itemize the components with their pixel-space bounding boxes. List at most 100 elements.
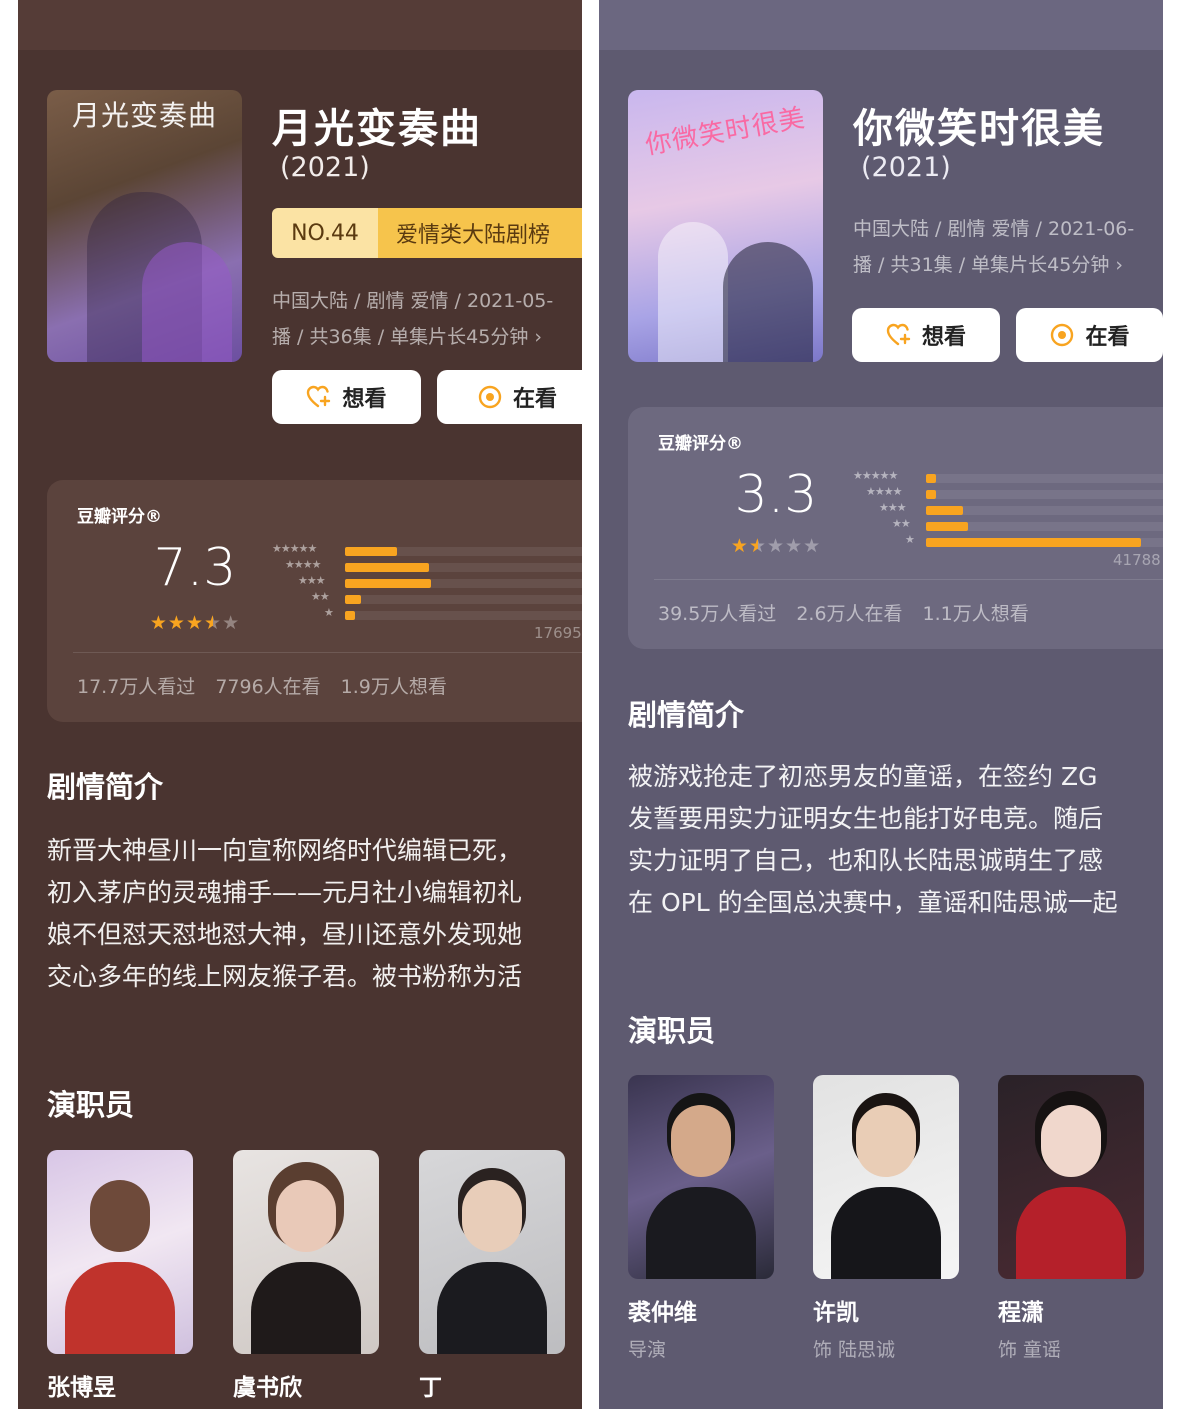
rating-bar-fill [926, 538, 1141, 547]
meta-line[interactable]: 中国大陆 / 剧情 爱情 / 2021-05- [272, 286, 553, 313]
rating-bar-row: ★★★★★ [267, 542, 582, 558]
divider [654, 579, 1163, 580]
cast-card[interactable]: 许凯 饰 陆思诚 [813, 1075, 959, 1362]
cast-name: 张博昱 [47, 1375, 116, 1401]
rating-stat: 1.9万人想看 [340, 676, 447, 698]
rating-bar-row: ★★★★★ [848, 469, 1163, 485]
want-to-watch-button[interactable]: 想看 [852, 308, 1000, 362]
douban-rating-card[interactable]: 豆瓣评分® 3.3 ★★★★★ ★★★★★ ★★★★ ★★★ ★★ ★ 41788 39… [628, 407, 1163, 649]
star-icon: ★ [766, 535, 786, 557]
rating-stats: 17.7万人看过 7796人在看 1.9万人想看 [77, 672, 467, 699]
rating-bar-fill [345, 547, 397, 556]
cast-card[interactable]: 虞书欣 [233, 1150, 379, 1402]
bar-star-icons: ★★★★★ [853, 469, 898, 482]
show-year: (2021) [861, 152, 951, 183]
rating-count: 41788 [1113, 551, 1161, 569]
rating-bar-fill [345, 579, 431, 588]
poster-image[interactable]: 月光变奏曲 [47, 90, 242, 362]
bar-star-icons: ★★ [311, 590, 330, 603]
cast-name: 许凯 [813, 1300, 859, 1326]
watching-circle-icon [477, 384, 503, 410]
bar-star-icons: ★ [905, 533, 915, 546]
rating-stat: 2.6万人在看 [796, 603, 903, 625]
bar-star-icons: ★★ [892, 517, 911, 530]
rank-list-name: 爱情类大陆剧榜 [378, 208, 582, 258]
cast-name: 程潇 [998, 1300, 1044, 1326]
bar-star-icons: ★★★ [298, 574, 326, 587]
poster-figure [723, 242, 813, 362]
rating-bar-row: ★★★★ [267, 558, 582, 574]
watching-label: 在看 [1085, 325, 1130, 350]
cast-section-title: 演职员 [628, 1014, 716, 1048]
douban-rating-card[interactable]: 豆瓣评分® 7.3 ★★★★★ ★★★★★ ★★★★ ★★★ ★★ ★ 17695 17… [47, 480, 582, 722]
bar-star-icons: ★★★★ [866, 485, 902, 498]
poster-figure [142, 242, 232, 362]
synopsis-line: 发誓要用实力证明女生也能打好电竞。随后 [628, 804, 1104, 833]
rating-bar-row: ★★★ [848, 501, 1163, 517]
rating-stat: 7796人在看 [215, 676, 321, 698]
rating-bar-track [345, 611, 582, 620]
synopsis-line: 在 OPL 的全国总决赛中，童谣和陆思诚一起 [628, 888, 1118, 917]
cast-role: 饰 童谣 [998, 1339, 1062, 1361]
star-icon: ★ [185, 612, 205, 634]
poster-image[interactable]: 你微笑时很美 [628, 90, 823, 362]
heart-plus-icon [306, 384, 332, 410]
cast-card[interactable]: 裘仲维 导演 [628, 1075, 774, 1362]
cast-card[interactable]: 程潇 饰 童谣 [998, 1075, 1144, 1362]
meta-line[interactable]: 播 / 共31集 / 单集片长45分钟 › [853, 250, 1123, 277]
right-detail-panel: 你微笑时很美 你微笑时很美 (2021) 中国大陆 / 剧情 爱情 / 2021… [599, 0, 1163, 1409]
synopsis-text[interactable]: 被游戏抢走了初恋男友的童谣，在签约 ZG 发誓要用实力证明女生也能打好电竞。随后实… [628, 756, 1163, 924]
watching-button[interactable]: 在看 [437, 370, 582, 424]
person-head [90, 1180, 150, 1252]
cast-role: 导演 [628, 1339, 667, 1361]
cast-name: 丁 [419, 1375, 442, 1401]
meta-line[interactable]: 中国大陆 / 剧情 爱情 / 2021-06- [853, 214, 1134, 241]
heart-plus-icon [886, 322, 912, 348]
poster-title-art: 你微笑时很美 [643, 103, 808, 161]
star-icon: ★ [149, 612, 168, 634]
person-head [856, 1105, 916, 1177]
watching-button[interactable]: 在看 [1016, 308, 1163, 362]
person-body [831, 1187, 941, 1279]
star-icon: ★ [785, 535, 804, 557]
person-body [251, 1262, 361, 1354]
cast-section-title: 演职员 [47, 1088, 135, 1122]
synopsis-line: 娘不但怼天怼地怼大神，昼川还意外发现她 [47, 920, 523, 949]
cast-card[interactable]: 张博昱 [47, 1150, 193, 1402]
rating-bar-fill [926, 474, 936, 483]
person-body [65, 1262, 175, 1354]
top-bar [18, 0, 582, 50]
star-icon: ★ [204, 612, 223, 634]
bar-star-icons: ★★★★ [285, 558, 321, 571]
cast-card[interactable]: 丁 [419, 1150, 565, 1402]
rating-label: 豆瓣评分® [77, 507, 162, 527]
synopsis-text[interactable]: 新晋大神昼川一向宣称网络时代编辑已死， 初入茅庐的灵魂捕手——元月社小编辑初礼 娘不… [47, 830, 582, 998]
rating-distribution: ★★★★★ ★★★★ ★★★ ★★ ★ [848, 469, 1163, 551]
want-to-watch-button[interactable]: 想看 [272, 370, 421, 424]
star-icon: ★ [730, 535, 749, 557]
rating-bar-fill [345, 595, 361, 604]
rank-badge[interactable]: NO.44 爱情类大陆剧榜 [272, 208, 582, 258]
poster-figure [658, 222, 728, 362]
cast-photo [419, 1150, 565, 1354]
star-icon: ★ [222, 612, 241, 634]
watching-circle-icon [1049, 322, 1075, 348]
rank-number: NO.44 [272, 208, 378, 258]
poster-title-art: 月光变奏曲 [71, 99, 217, 132]
left-detail-panel: 月光变奏曲 月光变奏曲 (2021) NO.44 爱情类大陆剧榜 中国大陆 / … [18, 0, 582, 1409]
cast-photo [47, 1150, 193, 1354]
cast-name: 虞书欣 [233, 1375, 302, 1401]
want-to-watch-label: 想看 [342, 387, 387, 412]
cast-name: 裘仲维 [628, 1300, 697, 1326]
rating-stat: 39.5万人看过 [658, 603, 777, 625]
bar-star-icons: ★★★★★ [272, 542, 317, 555]
rating-bar-fill [926, 490, 936, 499]
cast-role: 饰 陆思诚 [813, 1339, 896, 1361]
synopsis-line: 交心多年的线上网友猴子君。被书粉称为活 [47, 962, 523, 991]
bar-star-icons: ★★★ [879, 501, 907, 514]
watching-label: 在看 [512, 387, 557, 412]
rating-stars: ★★★★★ [135, 612, 255, 634]
star-icon: ★ [167, 612, 186, 634]
show-title: 你微笑时很美 [853, 106, 1105, 152]
meta-line[interactable]: 播 / 共36集 / 单集片长45分钟 › [272, 322, 542, 349]
